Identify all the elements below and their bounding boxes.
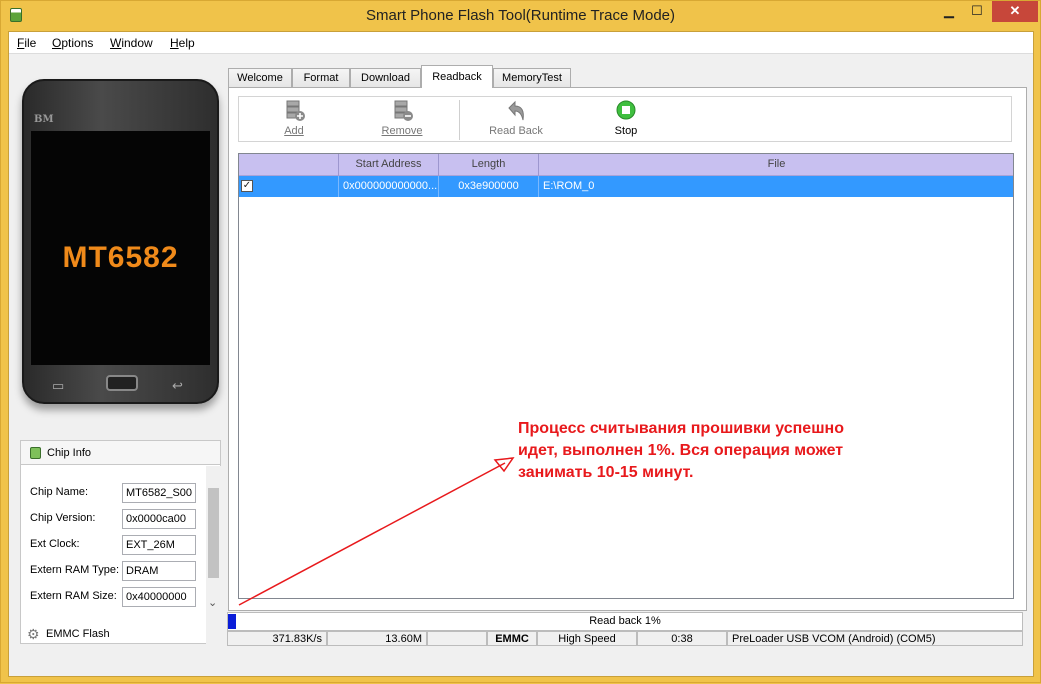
home-key-icon	[106, 375, 138, 391]
column-header-length[interactable]: Length	[439, 154, 539, 176]
undo-arrow-icon	[508, 100, 524, 121]
progress-text: Read back 1%	[589, 615, 661, 627]
client-area: File Options Window Help BM MT6582 ▭ ↩ C…	[8, 31, 1034, 677]
window-title: Smart Phone Flash Tool(Runtime Trace Mod…	[365, 7, 676, 24]
status-speed: 371.83K/s	[227, 631, 327, 646]
add-label: Add	[284, 125, 304, 137]
ram-type-label: Extern RAM Type:	[30, 564, 120, 576]
close-button[interactable]: ✕	[992, 1, 1038, 22]
tab-welcome[interactable]: Welcome	[228, 68, 292, 87]
menu-help[interactable]: Help	[170, 36, 195, 50]
chip-info-header[interactable]: Chip Info	[21, 441, 220, 465]
annotation-line-3: занимать 10-15 минут.	[518, 464, 694, 481]
status-bar: 371.83K/s 13.60M EMMC High Speed 0:38 Pr…	[227, 631, 1023, 646]
ram-size-label: Extern RAM Size:	[30, 590, 117, 602]
annotation-line-1: Процесс считывания прошивки успешно	[518, 420, 844, 437]
ext-clock-field[interactable]: EXT_26M	[122, 535, 196, 555]
phone-illustration: BM MT6582 ▭ ↩	[22, 79, 219, 404]
column-header-start-address[interactable]: Start Address	[339, 154, 439, 176]
status-port: PreLoader USB VCOM (Android) (COM5)	[727, 631, 1023, 646]
remove-label: Remove	[381, 125, 423, 137]
scrollbar-thumb[interactable]	[208, 488, 219, 578]
status-blank	[427, 631, 487, 646]
chip-info-icon	[30, 447, 41, 459]
remove-icon	[394, 100, 413, 121]
chip-info-scrollbar[interactable]: ⌄	[206, 466, 221, 644]
gear-icon: ⚙	[27, 626, 40, 642]
status-time: 0:38	[637, 631, 727, 646]
start-address-cell: 0x000000000000...	[339, 176, 439, 197]
phone-chip-label: MT6582	[62, 241, 179, 274]
tab-download[interactable]: Download	[350, 68, 421, 87]
phone-screen: MT6582	[31, 131, 210, 365]
chip-version-label: Chip Version:	[30, 512, 96, 524]
file-cell: E:\ROM_0	[543, 180, 595, 192]
read-back-button[interactable]: Read Back	[481, 100, 551, 137]
chip-info-title: Chip Info	[47, 447, 92, 459]
ram-size-field[interactable]: 0x40000000	[122, 587, 196, 607]
readback-table: Start Address Length File ✓ 0x0000000000…	[238, 153, 1014, 599]
title-bar[interactable]: Smart Phone Flash Tool(Runtime Trace Mod…	[1, 1, 1040, 31]
tab-readback[interactable]: Readback	[421, 65, 493, 88]
chip-info-panel: Chip Info Chip Name: MT6582_S00 Chip Ver…	[20, 440, 221, 644]
row-checkbox[interactable]: ✓	[241, 180, 253, 192]
status-storage: EMMC	[487, 631, 537, 646]
row-check-cell: ✓	[239, 176, 339, 197]
progress-bar: Read back 1%	[227, 612, 1023, 631]
chip-version-field[interactable]: 0x0000ca00	[122, 509, 196, 529]
phone-brand: BM	[34, 114, 54, 125]
emmc-flash-panel[interactable]: ⚙ EMMC Flash	[20, 622, 221, 646]
remove-button[interactable]: Remove	[367, 100, 437, 137]
stop-button[interactable]: Stop	[591, 100, 661, 137]
chip-name-field[interactable]: MT6582_S00	[122, 483, 196, 503]
toolbar: Add Remove Read Back Stop	[238, 96, 1012, 142]
readback-panel: Add Remove Read Back Stop Start Address …	[228, 87, 1027, 611]
column-header-check[interactable]	[239, 154, 339, 176]
length-cell: 0x3e900000	[439, 176, 539, 197]
emmc-flash-label: EMMC Flash	[46, 628, 110, 640]
ram-type-field[interactable]: DRAM	[122, 561, 196, 581]
status-size: 13.60M	[327, 631, 427, 646]
ext-clock-label: Ext Clock:	[30, 538, 80, 550]
minimize-button[interactable]: ▁	[936, 1, 962, 22]
chip-name-label: Chip Name:	[30, 486, 89, 498]
annotation-text: Процесс считывания прошивки успешно идет…	[518, 418, 948, 484]
add-button[interactable]: Add	[259, 100, 329, 137]
read-back-label: Read Back	[489, 125, 543, 137]
app-window: Smart Phone Flash Tool(Runtime Trace Mod…	[0, 0, 1041, 683]
menu-window[interactable]: Window	[110, 36, 153, 50]
tab-memorytest[interactable]: MemoryTest	[493, 68, 571, 87]
tab-format[interactable]: Format	[292, 68, 350, 87]
menu-options[interactable]: Options	[52, 36, 93, 50]
stop-label: Stop	[614, 125, 638, 137]
menu-file[interactable]: File	[17, 36, 36, 50]
table-header: Start Address Length File	[239, 154, 1013, 176]
menu-key-icon: ▭	[52, 378, 65, 393]
add-icon	[286, 100, 305, 121]
toolbar-separator	[459, 100, 460, 140]
column-header-file[interactable]: File	[539, 154, 1014, 176]
status-usb-speed: High Speed	[537, 631, 637, 646]
menu-bar: File Options Window Help	[9, 32, 1033, 54]
annotation-line-2: идет, выполнен 1%. Вся операция может	[518, 442, 844, 459]
table-row[interactable]: ✓ 0x000000000000... 0x3e900000 E:\ROM_0	[239, 176, 1013, 197]
scroll-down-icon[interactable]: ⌄	[208, 596, 217, 609]
stop-icon	[616, 100, 636, 120]
maximize-button[interactable]: ☐	[964, 1, 990, 22]
back-key-icon: ↩	[172, 378, 183, 393]
